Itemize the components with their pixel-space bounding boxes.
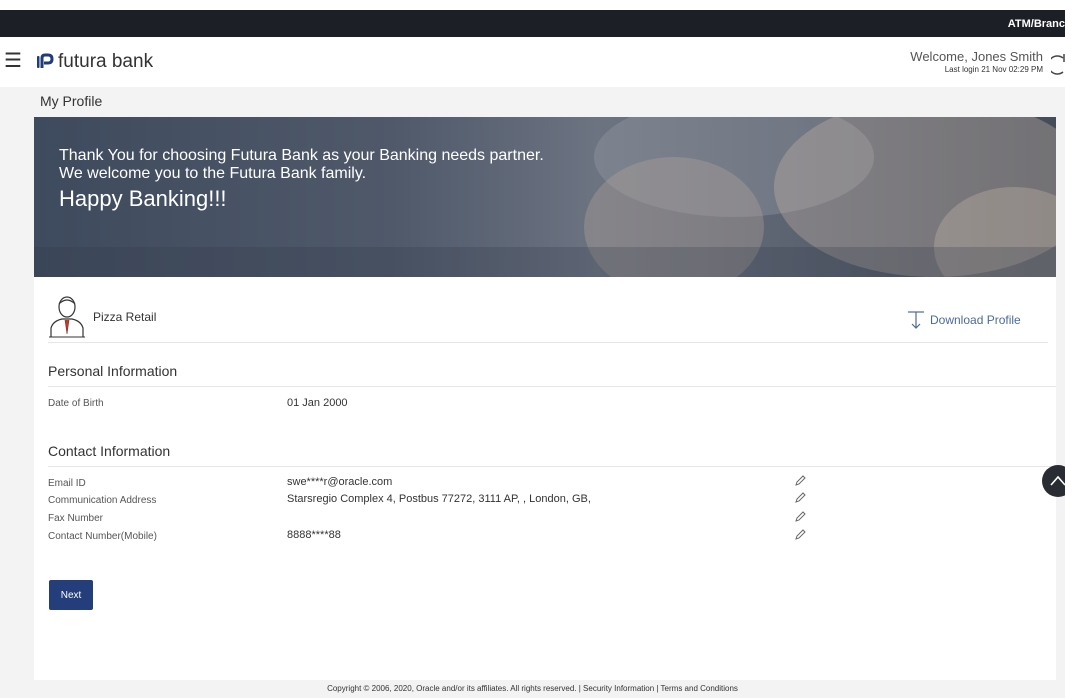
- edit-email-icon[interactable]: [794, 474, 807, 487]
- profile-name: Pizza Retail: [93, 310, 157, 324]
- header: ☰ futura bank Welcome, Jones Smith Last …: [0, 37, 1065, 87]
- fax-label: Fax Number: [48, 513, 104, 524]
- user-welcome[interactable]: Welcome, Jones Smith Last login 21 Nov 0…: [910, 49, 1043, 74]
- edit-mobile-icon[interactable]: [794, 528, 807, 541]
- download-profile-label: Download Profile: [930, 313, 1021, 327]
- banner-line-1: Thank You for choosing Futura Bank as yo…: [59, 147, 544, 164]
- email-label: Email ID: [48, 478, 86, 489]
- logo-icon: [37, 53, 54, 68]
- last-login: Last login 21 Nov 02:29 PM: [944, 65, 1043, 74]
- top-bar: ATM/Branc: [0, 10, 1065, 37]
- download-icon: [908, 311, 924, 329]
- banner-line-2: We welcome you to the Futura Bank family…: [59, 165, 367, 182]
- profile-content: Thank You for choosing Futura Bank as yo…: [34, 117, 1056, 680]
- dob-label: Date of Birth: [48, 398, 104, 409]
- atm-branch-link[interactable]: ATM/Branc: [1008, 18, 1065, 30]
- logo-text: futura bank: [58, 51, 154, 72]
- address-value: Starsregio Complex 4, Postbus 77272, 311…: [287, 493, 591, 505]
- download-profile-button[interactable]: Download Profile: [906, 310, 1021, 330]
- email-value: swe****r@oracle.com: [287, 476, 393, 488]
- edit-address-icon[interactable]: [794, 491, 807, 504]
- address-label: Communication Address: [48, 495, 157, 506]
- scroll-to-top-button[interactable]: [1042, 465, 1065, 497]
- page-title: My Profile: [40, 93, 103, 109]
- top-strip: [0, 0, 1065, 10]
- welcome-text: Welcome, Jones Smith: [910, 49, 1043, 64]
- edit-fax-icon[interactable]: [794, 510, 807, 523]
- personal-info-divider: [48, 386, 1056, 387]
- profile-summary: Pizza Retail Download Profile: [48, 294, 1048, 343]
- footer: Copyright © 2006, 2020, Oracle and/or it…: [327, 684, 738, 693]
- menu-icon[interactable]: ☰: [4, 51, 22, 71]
- welcome-banner: Thank You for choosing Futura Bank as yo…: [34, 117, 1056, 277]
- banner-line-3: Happy Banking!!!: [59, 186, 227, 211]
- mobile-label: Contact Number(Mobile): [48, 531, 157, 542]
- contact-info-title: Contact Information: [48, 443, 171, 459]
- power-icon[interactable]: [1051, 51, 1065, 75]
- contact-info-divider: [48, 466, 1056, 467]
- chevron-up-icon: [1050, 475, 1065, 486]
- avatar-icon: [49, 296, 85, 338]
- personal-info-title: Personal Information: [48, 363, 178, 379]
- next-button[interactable]: Next: [49, 580, 93, 610]
- mobile-value: 8888****88: [287, 529, 341, 541]
- logo[interactable]: futura bank: [36, 51, 153, 73]
- dob-value: 01 Jan 2000: [287, 397, 348, 409]
